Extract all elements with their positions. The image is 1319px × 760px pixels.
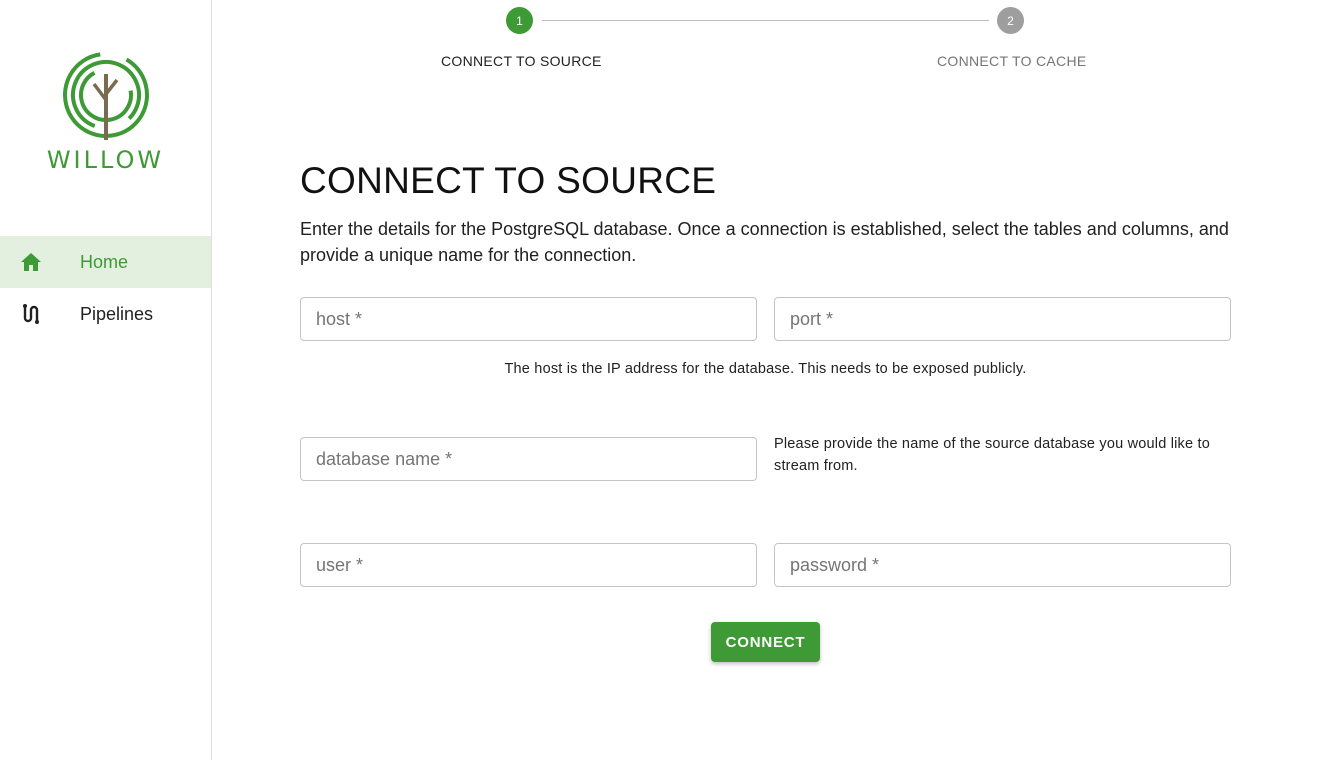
sidebar-item-label: Pipelines xyxy=(80,303,154,324)
page-description: Enter the details for the PostgreSQL dat… xyxy=(300,219,1229,265)
user-input[interactable] xyxy=(301,544,756,586)
database-name-hint: Please provide the name of the source da… xyxy=(774,436,1210,474)
stepper-connector xyxy=(542,20,989,21)
step-2-label: CONNECT TO CACHE xyxy=(937,53,1087,69)
logo: WILLOW xyxy=(0,48,211,174)
database-name-input[interactable] xyxy=(301,438,756,480)
port-input[interactable] xyxy=(775,298,1230,340)
sidebar-item-pipelines[interactable]: Pipelines xyxy=(0,288,211,340)
stepper: 1 2 CONNECT TO SOURCE CONNECT TO CACHE xyxy=(212,0,1319,90)
password-field[interactable] xyxy=(774,543,1231,587)
step-1-indicator: 1 xyxy=(506,7,533,34)
user-field[interactable] xyxy=(300,543,757,587)
pipeline-icon xyxy=(0,303,62,325)
connect-button[interactable]: CONNECT xyxy=(711,622,820,662)
database-name-field[interactable] xyxy=(300,437,757,481)
app-name: WILLOW xyxy=(46,146,165,174)
willow-tree-logo-icon xyxy=(62,51,149,140)
sidebar-nav: Home Pipelines xyxy=(0,236,211,340)
host-hint: The host is the IP address for the datab… xyxy=(504,361,1027,377)
port-field[interactable] xyxy=(774,297,1231,341)
sidebar-item-home[interactable]: Home xyxy=(0,236,211,288)
sidebar-item-label: Home xyxy=(80,251,129,272)
page-title: CONNECT TO SOURCE xyxy=(300,160,717,201)
step-2-indicator: 2 xyxy=(997,7,1024,34)
home-icon xyxy=(0,252,62,272)
sidebar: WILLOW Home Pipelines xyxy=(0,0,212,760)
password-input[interactable] xyxy=(775,544,1230,586)
step-1-label: CONNECT TO SOURCE xyxy=(441,53,602,69)
connect-source-form: CONNECT TO SOURCE Enter the details for … xyxy=(300,160,1231,268)
host-field[interactable] xyxy=(300,297,757,341)
host-input[interactable] xyxy=(301,298,756,340)
